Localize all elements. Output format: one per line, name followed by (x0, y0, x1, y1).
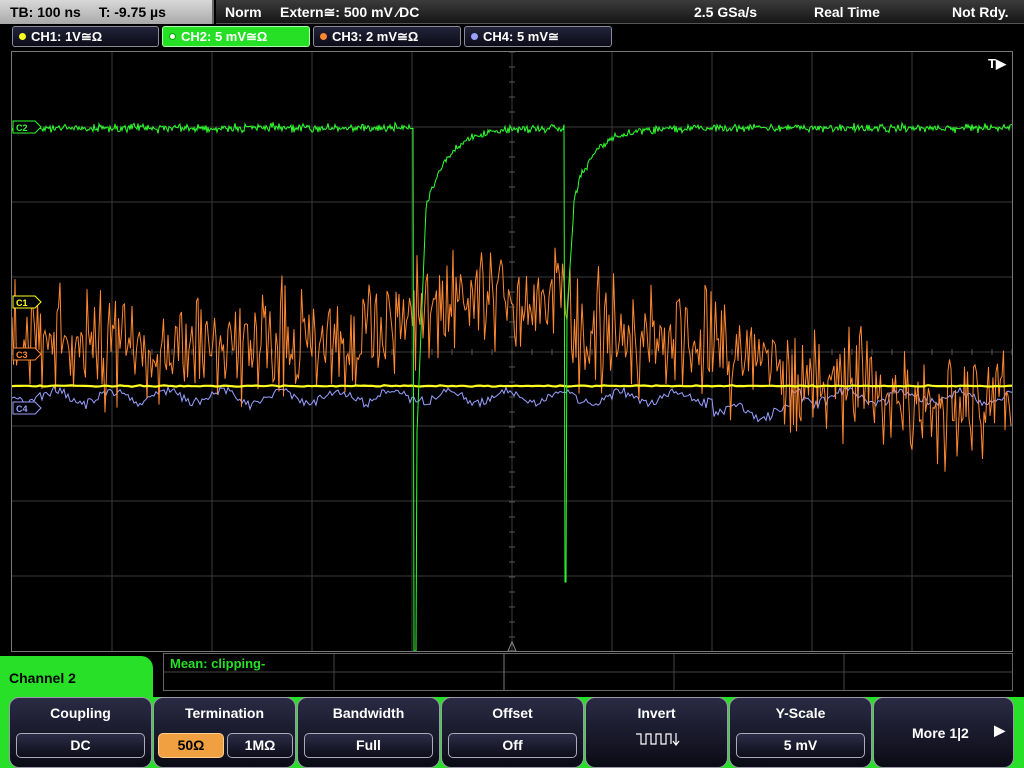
ch3-marker-label: C3 (16, 350, 28, 360)
time-offset-label: T: -9.75 µs (98, 4, 166, 20)
channel-tabs: CH1: 1V≅Ω CH2: 5 mV≅Ω CH3: 2 mV≅Ω CH4: 5… (0, 26, 1024, 48)
coupling-softkey[interactable]: Coupling DC (9, 697, 152, 768)
termination-50ohm-option[interactable]: 50Ω (158, 733, 224, 758)
ch4-marker-label: C4 (16, 404, 28, 414)
tab-ch2[interactable]: CH2: 5 mV≅Ω (162, 26, 310, 47)
more-softkey[interactable]: More 1|2 ▶ (873, 697, 1014, 768)
invert-title: Invert (637, 705, 676, 721)
channel-panel-title: Channel 2 (9, 670, 76, 686)
y-scale-title: Y-Scale (775, 705, 826, 721)
y-scale-value[interactable]: 5 mV (736, 733, 865, 758)
ch4-ground-marker[interactable]: C4 (12, 401, 42, 415)
ch1-marker-label: C1 (16, 298, 28, 308)
ch2-ground-marker[interactable]: C2 (12, 120, 42, 134)
bandwidth-title: Bandwidth (332, 705, 405, 721)
acquisition-mode: Real Time (814, 4, 880, 20)
tab-ch2-label: CH2: 5 mV≅Ω (181, 29, 268, 44)
y-scale-softkey[interactable]: Y-Scale 5 mV (729, 697, 872, 768)
termination-1mohm-option[interactable]: 1MΩ (227, 733, 293, 758)
timebase-box[interactable]: TB: 100 ns T: -9.75 µs (0, 0, 214, 24)
ch4-color-dot (471, 33, 478, 40)
measurement-label: Mean: clipping- (170, 656, 266, 671)
sample-rate: 2.5 GSa/s (694, 4, 758, 20)
coupling-title: Coupling (50, 705, 111, 721)
ch2-color-dot (169, 33, 176, 40)
bandwidth-value[interactable]: Full (304, 733, 433, 758)
more-label: More 1|2 (912, 725, 969, 741)
measurement-grid (164, 654, 1012, 690)
ch1-ground-marker[interactable]: C1 (12, 295, 42, 309)
tab-ch3-label: CH3: 2 mV≅Ω (332, 29, 419, 44)
termination-softkey[interactable]: Termination 50Ω 1MΩ (153, 697, 296, 768)
ch3-ground-marker[interactable]: C3 (12, 347, 42, 361)
ch1-trace (12, 384, 1012, 388)
run-state: Not Rdy. (952, 4, 1009, 20)
status-bar: TB: 100 ns T: -9.75 µs Norm Extern≅: 500… (0, 0, 1024, 24)
offset-value[interactable]: Off (448, 733, 577, 758)
trigger-position-icon: T▶ (988, 56, 1006, 71)
ch1-color-dot (19, 33, 26, 40)
timebase-label: TB: 100 ns (10, 4, 81, 20)
offset-softkey[interactable]: Offset Off (441, 697, 584, 768)
invert-waveform-icon (636, 733, 680, 746)
bandwidth-softkey[interactable]: Bandwidth Full (297, 697, 440, 768)
arrow-right-icon: ▶ (994, 722, 1005, 738)
offset-title: Offset (492, 705, 533, 721)
ch2-marker-label: C2 (16, 123, 28, 133)
waveform-canvas: C2 C1 C3 C4 (12, 52, 1012, 651)
tab-ch1-label: CH1: 1V≅Ω (31, 29, 103, 44)
tab-ch1[interactable]: CH1: 1V≅Ω (12, 26, 159, 47)
tab-ch4[interactable]: CH4: 5 mV≅ (464, 26, 612, 47)
termination-title: Termination (184, 705, 265, 721)
trigger-mode[interactable]: Norm (225, 0, 262, 24)
waveform-display[interactable]: C2 C1 C3 C4 T▶ (11, 51, 1013, 652)
coupling-value[interactable]: DC (16, 733, 145, 758)
tab-ch4-label: CH4: 5 mV≅ (483, 29, 559, 44)
trigger-source[interactable]: Extern≅: 500 mV ⁄DC (280, 0, 419, 24)
measurement-strip: Mean: clipping- (163, 653, 1013, 691)
ch3-color-dot (320, 33, 327, 40)
invert-softkey[interactable]: Invert (585, 697, 728, 768)
tab-ch3[interactable]: CH3: 2 mV≅Ω (313, 26, 461, 47)
